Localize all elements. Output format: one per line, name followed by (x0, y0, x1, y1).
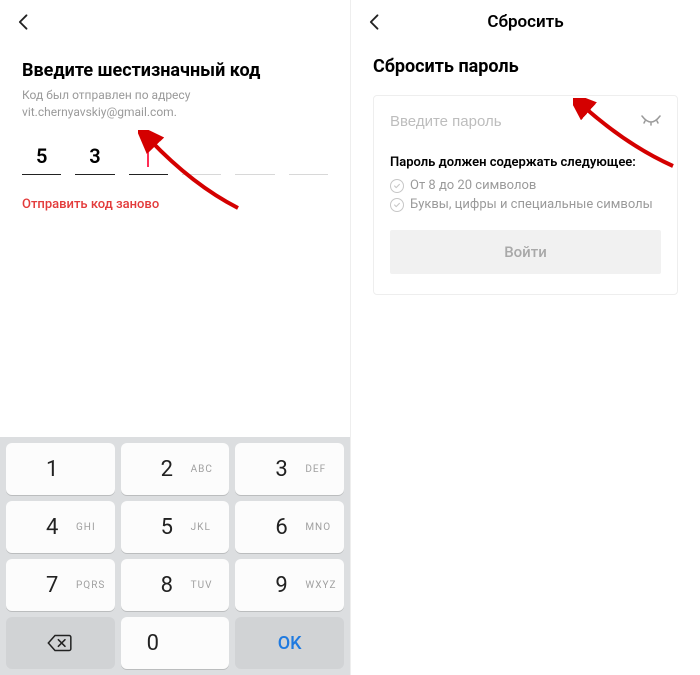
key-num: 5 (147, 515, 185, 540)
requirement-2-text: Буквы, цифры и специальные символы (410, 197, 653, 212)
key-6[interactable]: 6 MNO (235, 501, 344, 553)
key-letters: MNO (305, 522, 331, 533)
login-label: Войти (504, 243, 547, 261)
key-num: 3 (261, 457, 299, 482)
requirement-1-text: От 8 до 20 символов (410, 178, 536, 193)
back-button[interactable] (12, 10, 36, 34)
key-4[interactable]: 4 GHI (6, 501, 115, 553)
key-num: 1 (32, 457, 70, 482)
code-cell-2[interactable] (129, 139, 168, 175)
email: vit.chernyavskiy@gmail.com (22, 105, 174, 119)
login-button[interactable]: Войти (390, 230, 661, 274)
key-5[interactable]: 5 JKL (121, 501, 230, 553)
key-num: 8 (147, 573, 185, 598)
key-7[interactable]: 7 PQRS (6, 559, 115, 611)
password-input[interactable] (390, 113, 620, 130)
key-8[interactable]: 8 TUV (121, 559, 230, 611)
key-num: 7 (32, 573, 70, 598)
subtitle-prefix: Код был отправлен по адресу (22, 88, 190, 102)
check-circle-icon (390, 198, 404, 212)
key-num: 6 (261, 515, 299, 540)
key-0[interactable]: 0 (121, 617, 230, 669)
key-3[interactable]: 3 DEF (235, 443, 344, 495)
subtitle-suffix: . (174, 105, 177, 119)
requirement-1: От 8 до 20 символов (390, 178, 661, 193)
ok-key[interactable]: OK (235, 617, 344, 669)
password-row (390, 112, 661, 139)
key-letters: DEF (305, 464, 326, 475)
key-num: 4 (32, 515, 70, 540)
content: Сбросить пароль Пароль должен содержать … (351, 40, 700, 295)
page-title: Сбросить пароль (373, 56, 678, 77)
code-cell-5[interactable] (289, 139, 328, 175)
key-num: 9 (261, 573, 299, 598)
check-circle-icon (390, 179, 404, 193)
key-letters: GHI (76, 522, 96, 533)
code-entry-screen: Введите шестизначный код Код был отправл… (0, 0, 350, 675)
code-cell-1[interactable]: 3 (75, 139, 114, 175)
key-2[interactable]: 2 ABC (121, 443, 230, 495)
key-letters: ABC (191, 464, 213, 475)
code-cell-0[interactable]: 5 (22, 139, 61, 175)
key-9[interactable]: 9 WXYZ (235, 559, 344, 611)
reset-password-screen: Сбросить Сбросить пароль Пароль должен с… (350, 0, 700, 675)
backspace-key[interactable] (6, 617, 115, 669)
numeric-keypad: 1 2 ABC 3 DEF 4 GHI 5 JKL 6 MNO 7 PQRS 8 TUV 9 WXYZ 0 OK (0, 437, 350, 675)
key-letters: WXYZ (305, 580, 336, 591)
subtitle: Код был отправлен по адресу vit.chernyav… (22, 87, 328, 121)
content: Введите шестизначный код Код был отправл… (0, 40, 350, 212)
code-input-row[interactable]: 53 (22, 139, 328, 175)
code-cell-3[interactable] (182, 139, 221, 175)
page-title: Введите шестизначный код (22, 60, 328, 81)
header: Сбросить (351, 0, 700, 40)
password-card: Пароль должен содержать следующее: От 8 … (373, 95, 678, 295)
key-letters: PQRS (76, 580, 105, 591)
caret (147, 145, 149, 167)
key-0-num: 0 (147, 631, 159, 656)
ok-label: OK (278, 633, 302, 654)
requirements-title: Пароль должен содержать следующее: (390, 155, 661, 170)
eye-closed-icon[interactable] (641, 112, 661, 131)
header-title: Сбросить (363, 12, 688, 32)
key-num: 2 (147, 457, 185, 482)
requirement-2: Буквы, цифры и специальные символы (390, 197, 661, 212)
key-1[interactable]: 1 (6, 443, 115, 495)
header (0, 0, 350, 40)
key-letters: JKL (191, 522, 211, 533)
key-letters: TUV (191, 580, 213, 591)
code-cell-4[interactable] (235, 139, 274, 175)
resend-link[interactable]: Отправить код заново (22, 197, 328, 212)
